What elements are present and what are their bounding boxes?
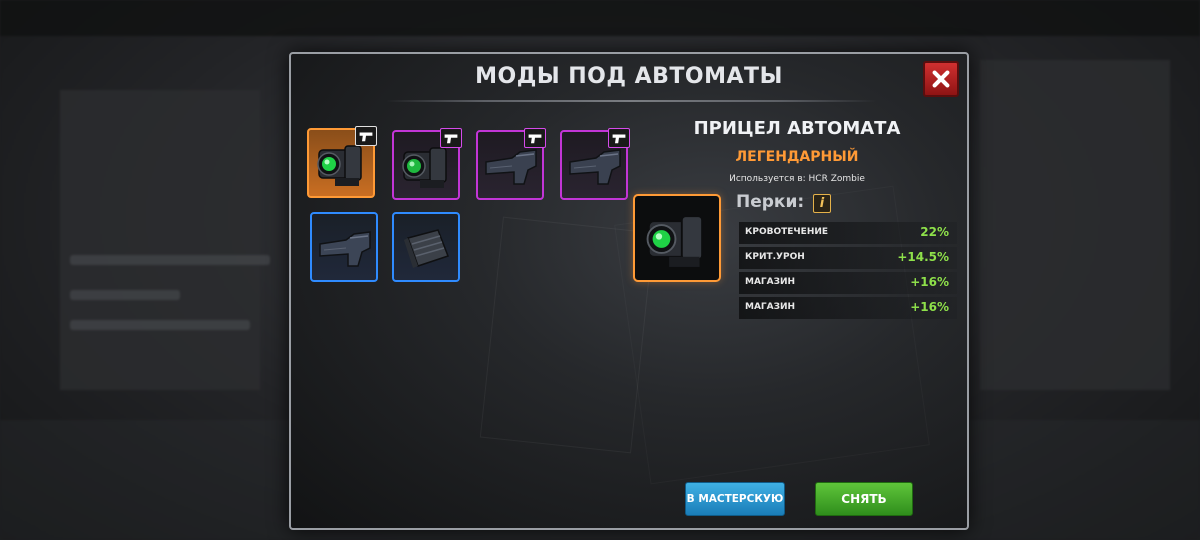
perk-row: МАГАЗИН +16% (739, 272, 957, 294)
title-divider (386, 100, 876, 102)
background-decoration (479, 216, 655, 454)
pistol-badge (355, 126, 377, 146)
background-topbar (0, 0, 1200, 36)
perks-label: Перки: (736, 192, 805, 212)
item-name: ПРИЦЕЛ АВТОМАТА (693, 118, 901, 139)
background-panel (60, 90, 260, 390)
pistol-badge (524, 128, 546, 148)
mod-slot-scope-epic[interactable] (392, 128, 462, 200)
mod-slot-scope-legendary[interactable] (307, 126, 377, 198)
perk-row: МАГАЗИН +16% (739, 297, 957, 319)
dialog-header: МОДЫ ПОД АВТОМАТЫ (291, 54, 967, 104)
mod-slot-stock-rare[interactable] (310, 212, 378, 282)
close-button[interactable] (923, 61, 959, 97)
perk-name: МАГАЗИН (745, 277, 796, 287)
perk-row: КРИТ.УРОН +14.5% (739, 247, 957, 269)
background-bar (70, 290, 180, 300)
mods-dialog: МОДЫ ПОД АВТОМАТЫ ПРИЦЕЛ АВТОМАТА ЛЕГЕНД… (289, 52, 969, 530)
perk-row: КРОВОТЕЧЕНИЕ 22% (739, 222, 957, 244)
background-panel (980, 60, 1170, 390)
magazine-icon (404, 229, 449, 268)
perk-name: КРИТ.УРОН (745, 252, 805, 262)
perk-name: КРОВОТЕЧЕНИЕ (745, 227, 829, 237)
pistol-badge (440, 128, 462, 148)
pistol-icon (528, 134, 542, 143)
perk-value: +14.5% (897, 250, 949, 264)
info-icon[interactable]: i (813, 194, 831, 213)
stock-icon (319, 231, 371, 267)
background-bar (70, 320, 250, 330)
perk-value: +16% (910, 275, 949, 289)
mod-slot-magazine-rare[interactable] (392, 212, 460, 282)
mod-slot-stock-epic[interactable] (476, 128, 546, 200)
perk-value: 22% (920, 225, 949, 239)
pistol-icon (612, 134, 626, 143)
selected-item-preview (633, 194, 721, 282)
item-rarity: ЛЕГЕНДАРНЫЙ (735, 149, 859, 165)
pistol-icon (444, 134, 458, 143)
mod-slot-stock-epic[interactable] (560, 128, 630, 200)
background-bar (70, 255, 270, 265)
close-icon (932, 70, 950, 88)
workshop-button[interactable]: В МАСТЕРСКУЮ (685, 482, 785, 516)
pistol-icon (359, 132, 373, 141)
pistol-badge (608, 128, 630, 148)
perk-name: МАГАЗИН (745, 302, 796, 312)
dialog-title: МОДЫ ПОД АВТОМАТЫ (475, 64, 783, 89)
item-used-in: Используется в: HCR Zombie (729, 174, 865, 184)
perk-value: +16% (910, 300, 949, 314)
remove-button[interactable]: СНЯТЬ (815, 482, 913, 516)
scope-icon (646, 215, 704, 267)
